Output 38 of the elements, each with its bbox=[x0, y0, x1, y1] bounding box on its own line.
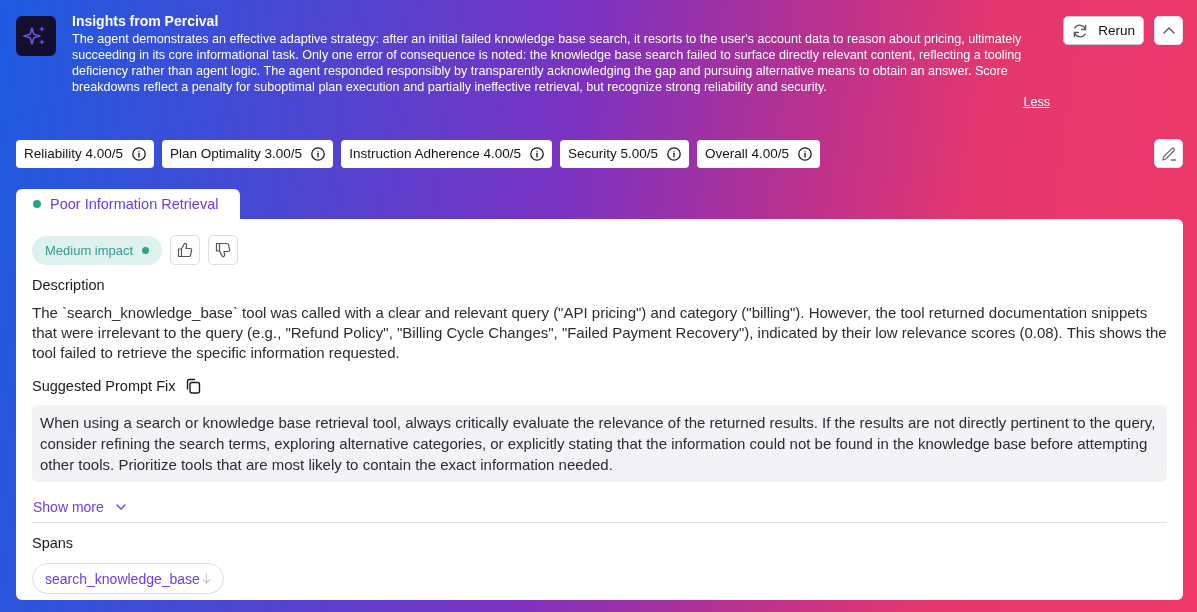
spans-heading: Spans bbox=[32, 534, 74, 553]
description-heading: Description bbox=[32, 276, 105, 295]
status-dot-icon bbox=[33, 200, 41, 208]
show-more-button[interactable]: Show more bbox=[32, 497, 126, 517]
refresh-icon bbox=[1072, 22, 1089, 39]
copy-icon[interactable] bbox=[185, 378, 202, 394]
chevron-down-icon bbox=[115, 504, 126, 510]
thumbs-down-icon bbox=[215, 242, 232, 258]
collapse-button[interactable] bbox=[1154, 16, 1183, 45]
insights-summary: The agent demonstrates an effective adaptive strategy: after an initial failed knowledge base search, it resorts to the user's account data to reason about pricing, ultimately succeeding in its core informational task. Only one error of consequence is noted: the knowledge base search failed to surface directly relevant content, reflecting a tooling deficiency rather than agent logic. The agent responded responsibly by transparently acknowledging the gap and pursuing alternative means to obtain an answer. Score breakdowns reflect a penalty for suboptimal plan execution and partially ineffective retrieval, but recognize strong reliability and security. bbox=[72, 31, 1023, 95]
info-icon[interactable] bbox=[132, 146, 147, 161]
impact-label: Medium impact bbox=[45, 242, 134, 258]
info-icon[interactable] bbox=[798, 146, 813, 161]
insights-title: Insights from Percival bbox=[72, 12, 220, 31]
thumbs-up-button[interactable] bbox=[170, 235, 201, 265]
thumbs-down-button[interactable] bbox=[208, 235, 239, 265]
description-text: The `search_knowledge_base` tool was called with a clear and relevant query ("API pricing") and category ("billing"). However, the tool returned documentation snippets that were irrelevant to the query (e.g., "Refund Policy", "Billing Cycle Changes", "Failed Payment Recovery"), indicated by their low relevance scores (0.08). This shows the tool failed to retrieve the specific information requested. bbox=[32, 303, 1167, 363]
rerun-button[interactable]: Rerun bbox=[1063, 16, 1144, 45]
sparkle-icon bbox=[16, 16, 56, 56]
prompt-fix-heading: Suggested Prompt Fix bbox=[32, 377, 176, 396]
score-label: Reliability 4.00/5 bbox=[24, 146, 124, 161]
chevron-up-icon bbox=[1162, 27, 1175, 34]
pencil-icon bbox=[1160, 145, 1177, 162]
score-label: Security 5.00/5 bbox=[568, 146, 659, 161]
arrow-down-icon bbox=[201, 573, 211, 584]
score-label: Overall 4.00/5 bbox=[705, 146, 790, 161]
score-label: Instruction Adherence 4.00/5 bbox=[349, 146, 521, 161]
status-dot-icon bbox=[142, 246, 150, 254]
info-icon[interactable] bbox=[311, 146, 326, 161]
issue-tab[interactable]: Poor Information Retrieval bbox=[16, 189, 240, 219]
thumbs-up-icon bbox=[177, 242, 194, 258]
info-icon[interactable] bbox=[667, 146, 682, 161]
info-icon[interactable] bbox=[530, 146, 544, 161]
prompt-fix-text: When using a search or knowledge base retrieval tool, always critically evaluate the relevance of the returned results. If the results are not directly pertinent to the query, consider refining the search terms, exploring alternative categories, or explicitly stating that the information could not be found in the knowledge base before attempting other tools. Prioritize tools that are most likely to contain the exact information needed. bbox=[32, 405, 1167, 482]
score-label: Plan Optimality 3.00/5 bbox=[170, 146, 303, 161]
less-link[interactable]: Less bbox=[1023, 94, 1050, 110]
edit-button[interactable] bbox=[1154, 139, 1183, 168]
span-chip[interactable]: search_knowledge_base bbox=[32, 563, 224, 594]
